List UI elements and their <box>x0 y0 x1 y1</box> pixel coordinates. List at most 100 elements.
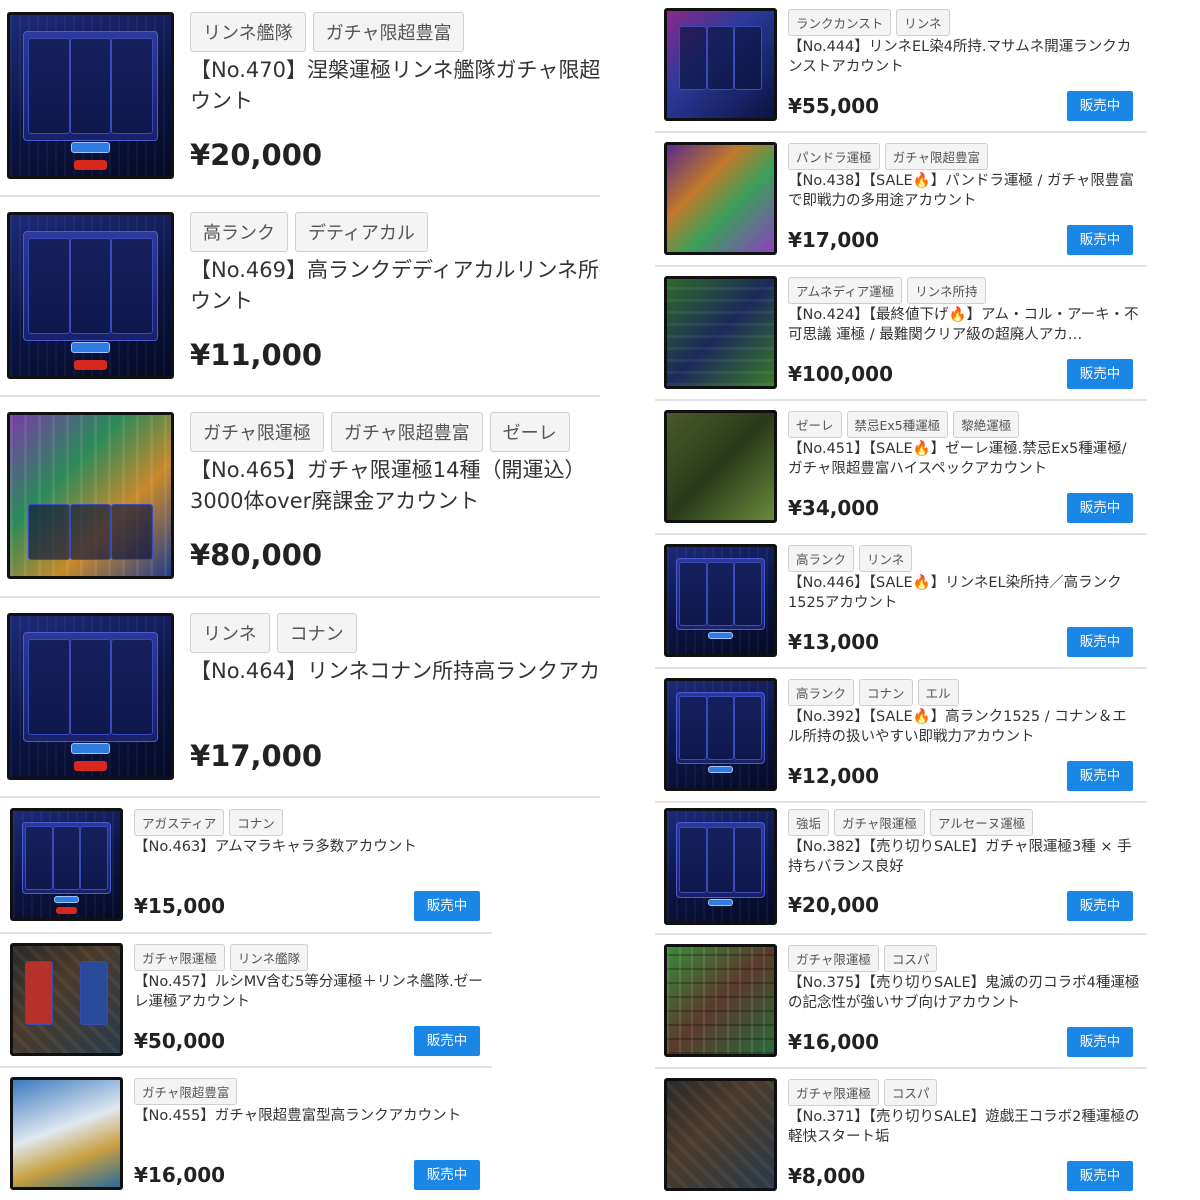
tag[interactable]: ガチャ限運極 <box>788 1079 879 1106</box>
tag[interactable]: ガチャ限運極 <box>190 412 324 452</box>
tag[interactable]: コスパ <box>883 1079 938 1106</box>
listing-thumbnail[interactable] <box>664 1078 777 1191</box>
listing-title[interactable]: 【No.392】【SALE🔥】高ランク1525 / コナン＆エル所持の扱いやすい… <box>788 707 1140 749</box>
listing-thumbnail[interactable] <box>10 1077 123 1190</box>
tag[interactable]: アルセーヌ運極 <box>929 809 1034 836</box>
tag[interactable]: 黎絶運極 <box>953 411 1020 438</box>
listing-thumbnail[interactable] <box>10 943 123 1056</box>
listing-title[interactable]: 【No.438】【SALE🔥】パンドラ運極 / ガチャ限豊富で即戦力の多用途アカ… <box>788 171 1140 213</box>
for-sale-button[interactable]: 販売中 <box>1067 627 1133 657</box>
listing-card[interactable]: 高ランク リンネ 【No.446】【SALE🔥】リンネEL染所持／高ランク152… <box>655 536 1147 669</box>
listing-thumbnail[interactable] <box>664 410 777 523</box>
for-sale-button[interactable]: 販売中 <box>1067 493 1133 523</box>
for-sale-button[interactable]: 販売中 <box>1067 891 1133 921</box>
tag[interactable]: ガチャ限運極 <box>134 944 225 971</box>
listing-card[interactable]: ガチャ限運極 ガチャ限超豊富 ゼーレ 【No.465】ガチャ限運極14種（開運込… <box>0 400 600 597</box>
tag[interactable]: コナン <box>229 809 283 836</box>
listing-thumbnail[interactable] <box>664 276 777 389</box>
listing-card[interactable]: パンドラ運極 ガチャ限超豊富 【No.438】【SALE🔥】パンドラ運極 / ガ… <box>655 134 1147 267</box>
listing-thumbnail[interactable] <box>664 808 777 925</box>
tag[interactable]: ガチャ限超豊富 <box>134 1078 238 1105</box>
listing-price: ¥80,000 <box>190 538 323 572</box>
listing-title[interactable]: 【No.424】【最終値下げ🔥】アム・コル・アーキ・不可思議 運極 / 最難関ク… <box>788 305 1140 347</box>
for-sale-button[interactable]: 販売中 <box>1067 359 1133 389</box>
listing-thumbnail[interactable] <box>7 613 174 780</box>
listing-card[interactable]: 高ランク コナン エル 【No.392】【SALE🔥】高ランク1525 / コナ… <box>655 670 1147 803</box>
tag[interactable]: 高ランク <box>788 545 855 572</box>
for-sale-button[interactable]: 販売中 <box>1067 1027 1133 1057</box>
listing-thumbnail[interactable] <box>664 678 777 791</box>
tag[interactable]: リンネ所持 <box>907 277 986 304</box>
for-sale-button[interactable]: 販売中 <box>1067 1161 1133 1191</box>
listing-card[interactable]: ランクカンスト リンネ 【No.444】リンネEL染4所持.マサムネ開運ランクカ… <box>655 0 1147 133</box>
tag[interactable]: 高ランク <box>788 679 855 706</box>
listing-thumbnail[interactable] <box>7 212 174 379</box>
tag[interactable]: 高ランク <box>190 212 288 252</box>
listing-title[interactable]: 【No.464】リンネコナン所持高ランクアカウント <box>190 656 600 718</box>
divider <box>0 1066 492 1068</box>
tag[interactable]: リンネ <box>896 9 950 36</box>
tag[interactable]: ガチャ限超豊富 <box>884 143 989 170</box>
listing-title[interactable]: 【No.465】ガチャ限運極14種（開運込） 3000体over廃課金アカウント <box>190 455 600 517</box>
listing-thumbnail[interactable] <box>10 808 123 921</box>
listing-card[interactable]: ガチャ限運極 コスパ 【No.375】【売り切りSALE】鬼滅の刃コラボ4種運極… <box>655 936 1147 1069</box>
tag[interactable]: コナン <box>276 613 357 653</box>
listing-title[interactable]: 【No.444】リンネEL染4所持.マサムネ開運ランクカンストアカウント <box>788 37 1140 79</box>
listing-title[interactable]: 【No.375】【売り切りSALE】鬼滅の刃コラボ4種運極の記念性が強いサブ向け… <box>788 973 1140 1015</box>
listing-title[interactable]: 【No.455】ガチャ限超豊富型高ランクアカウント <box>134 1106 484 1148</box>
tag[interactable]: エル <box>917 679 959 706</box>
tag[interactable]: コスパ <box>883 945 938 972</box>
tag[interactable]: デティアカル <box>295 212 428 252</box>
tag[interactable]: アガスティア <box>134 809 225 836</box>
tag[interactable]: コナン <box>859 679 913 706</box>
tag[interactable]: ガチャ限超豊富 <box>330 412 483 452</box>
for-sale-button[interactable]: 販売中 <box>414 891 480 921</box>
listing-card[interactable]: アムネディア運極 リンネ所持 【No.424】【最終値下げ🔥】アム・コル・アーキ… <box>655 268 1147 401</box>
listing-card[interactable]: 強垢 ガチャ限運極 アルセーヌ運極 【No.382】【売り切りSALE】ガチャ限… <box>655 804 1147 937</box>
listing-title[interactable]: 【No.371】【売り切りSALE】遊戯王コラボ2種運極の軽快スタート垢 <box>788 1107 1140 1149</box>
tag[interactable]: ガチャ限超豊富 <box>312 12 465 52</box>
for-sale-button[interactable]: 販売中 <box>1067 91 1133 121</box>
divider <box>0 932 492 934</box>
tag[interactable]: ゼーレ <box>788 411 842 438</box>
listing-thumbnail[interactable] <box>664 142 777 255</box>
listing-thumbnail[interactable] <box>7 12 174 179</box>
listing-card[interactable]: 高ランク デティアカル 【No.469】高ランクデディアカルリンネ所持ア ウント… <box>0 200 600 397</box>
tag[interactable]: 強垢 <box>788 809 830 836</box>
listing-card[interactable]: ガチャ限超豊富 【No.455】ガチャ限超豊富型高ランクアカウント ¥16,00… <box>0 1069 492 1200</box>
for-sale-button[interactable]: 販売中 <box>414 1160 480 1190</box>
listing-title[interactable]: 【No.457】ルシMV含む5等分運極＋リンネ艦隊.ゼーレ運極アカウント <box>134 972 484 1014</box>
tag[interactable]: パンドラ運極 <box>788 143 880 170</box>
listing-card[interactable]: ガチャ限運極 コスパ 【No.371】【売り切りSALE】遊戯王コラボ2種運極の… <box>655 1070 1147 1200</box>
listing-title[interactable]: 【No.470】涅槃運極リンネ艦隊ガチャ限超豊富ア ウント <box>190 55 600 117</box>
tag[interactable]: ゼーレ <box>489 412 570 452</box>
listing-title[interactable]: 【No.463】アムマラキャラ多数アカウント <box>134 837 484 879</box>
listing-card[interactable]: リンネ艦隊 ガチャ限超豊富 【No.470】涅槃運極リンネ艦隊ガチャ限超豊富ア … <box>0 0 600 197</box>
tag[interactable]: リンネ艦隊 <box>229 944 309 971</box>
listing-card[interactable]: アガスティア コナン 【No.463】アムマラキャラ多数アカウント ¥15,00… <box>0 800 492 933</box>
tag[interactable]: リンネ <box>859 545 913 572</box>
for-sale-button[interactable]: 販売中 <box>414 1026 480 1056</box>
for-sale-button[interactable]: 販売中 <box>1067 225 1133 255</box>
listing-title[interactable]: 【No.469】高ランクデディアカルリンネ所持ア ウント <box>190 255 600 317</box>
divider <box>655 399 1147 401</box>
for-sale-button[interactable]: 販売中 <box>1067 761 1133 791</box>
listing-card[interactable]: リンネ コナン 【No.464】リンネコナン所持高ランクアカウント ¥17,00… <box>0 601 600 798</box>
tag[interactable]: ガチャ限運極 <box>788 945 879 972</box>
listing-price: ¥11,000 <box>190 338 323 372</box>
listing-thumbnail[interactable] <box>664 944 777 1057</box>
listing-title[interactable]: 【No.446】【SALE🔥】リンネEL染所持／高ランク1525アカウント <box>788 573 1140 615</box>
listing-title[interactable]: 【No.382】【売り切りSALE】ガチャ限運極3種 × 手持ちバランス良好 <box>788 837 1140 879</box>
listing-thumbnail[interactable] <box>664 544 777 657</box>
listing-thumbnail[interactable] <box>664 8 777 121</box>
tag[interactable]: リンネ艦隊 <box>190 12 306 52</box>
tag[interactable]: ランクカンスト <box>788 9 892 36</box>
tag[interactable]: ガチャ限運極 <box>834 809 925 836</box>
listing-thumbnail[interactable] <box>7 412 174 579</box>
listing-card[interactable]: ゼーレ 禁忌Ex5種運極 黎絶運極 【No.451】【SALE🔥】ゼーレ運極.禁… <box>655 402 1147 535</box>
tag[interactable]: リンネ <box>190 613 270 653</box>
tag[interactable]: アムネディア運極 <box>788 277 903 304</box>
listing-title[interactable]: 【No.451】【SALE🔥】ゼーレ運極.禁忌Ex5種運極/ガチャ限超豊富ハイス… <box>788 439 1140 481</box>
tag[interactable]: 禁忌Ex5種運極 <box>846 411 949 438</box>
listing-card[interactable]: ガチャ限運極 リンネ艦隊 【No.457】ルシMV含む5等分運極＋リンネ艦隊.ゼ… <box>0 935 492 1068</box>
